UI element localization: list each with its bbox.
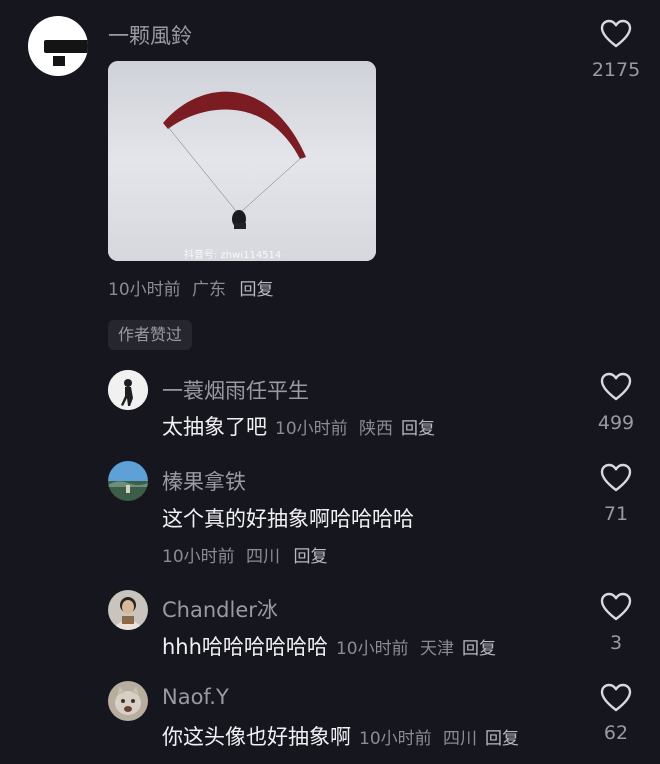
like-count: 62 [603,722,629,744]
reply-text-body: hhh哈哈哈哈哈哈 [162,635,328,659]
reply-avatar[interactable] [108,461,148,501]
reply-meta: 10小时前 陕西 回复 [275,419,435,439]
video-thumbnail[interactable]: 抖音号: zhwi114514 [108,61,376,261]
reply-username[interactable]: 一蓑烟雨任平生 [162,375,309,405]
reply-text: 这个真的好抽象啊哈哈哈哈 [162,507,414,531]
avatar-face-mouth [53,56,65,66]
reply-meta: 10小时前 四川 回复 [162,542,327,567]
reply-text-body: 你这头像也好抽象啊 [162,725,351,749]
like-button[interactable] [600,19,632,49]
comment-location: 广东 [192,280,227,300]
reply-text: 你这头像也好抽象啊 10小时前 四川 回复 [162,721,519,751]
reply-location: 天津 [419,639,454,659]
reply-avatar[interactable] [108,370,148,410]
reply-time: 10小时前 [335,639,409,659]
avatar-landscape-icon [108,461,148,501]
reply-text: 太抽象了吧 10小时前 陕西 回复 [162,411,435,441]
reply-meta: 10小时前 天津 回复 [336,639,496,659]
reply-time: 10小时前 [275,419,348,439]
reply-avatar[interactable] [108,681,148,721]
like-button[interactable] [600,592,632,622]
heart-outline-icon [600,463,632,492]
reply-username[interactable]: Naof.Y [162,685,229,709]
like-button[interactable] [600,463,632,493]
reply-username[interactable]: 榛果拿铁 [162,466,246,496]
video-watermark: 抖音号: zhwi114514 [184,250,282,261]
avatar-cat-icon [108,681,148,721]
reply-button[interactable]: 回复 [239,280,273,300]
avatar-person-icon [108,590,148,630]
like-count: 499 [597,412,635,434]
comment-time: 10小时前 [108,280,181,300]
heart-outline-icon [600,683,632,712]
avatar-face-brow [44,40,88,53]
like-count: 2175 [591,59,641,81]
reply-avatar[interactable] [108,590,148,630]
heart-outline-icon [600,592,632,621]
reply-meta: 10小时前 四川 回复 [359,729,519,749]
avatar[interactable] [28,16,88,76]
reply-button[interactable]: 回复 [293,547,327,567]
heart-outline-icon [600,19,632,48]
reply-username[interactable]: Chandler冰 [162,594,278,624]
reply-button[interactable]: 回复 [462,639,496,659]
reply-time: 10小时前 [359,729,432,749]
reply-time: 10小时前 [162,547,235,567]
reply-text: hhh哈哈哈哈哈哈 10小时前 天津 回复 [162,631,496,661]
reply-button[interactable]: 回复 [401,419,435,439]
author-liked-badge: 作者赞过 [108,320,193,350]
reply-text-body: 太抽象了吧 [162,415,267,439]
reply-button[interactable]: 回复 [485,729,519,749]
like-button[interactable] [600,372,632,402]
like-count: 71 [603,503,629,525]
paraglider-image [108,61,376,261]
reply-location: 四川 [246,547,281,567]
avatar-silhouette-icon [108,370,148,410]
like-button[interactable] [600,683,632,713]
like-count: 3 [609,632,623,654]
comment-username[interactable]: 一颗風鈴 [108,20,192,50]
comment-meta: 10小时前 广东 回复 [108,275,273,300]
heart-outline-icon [600,372,632,401]
reply-location: 四川 [443,729,478,749]
reply-location: 陕西 [359,419,394,439]
